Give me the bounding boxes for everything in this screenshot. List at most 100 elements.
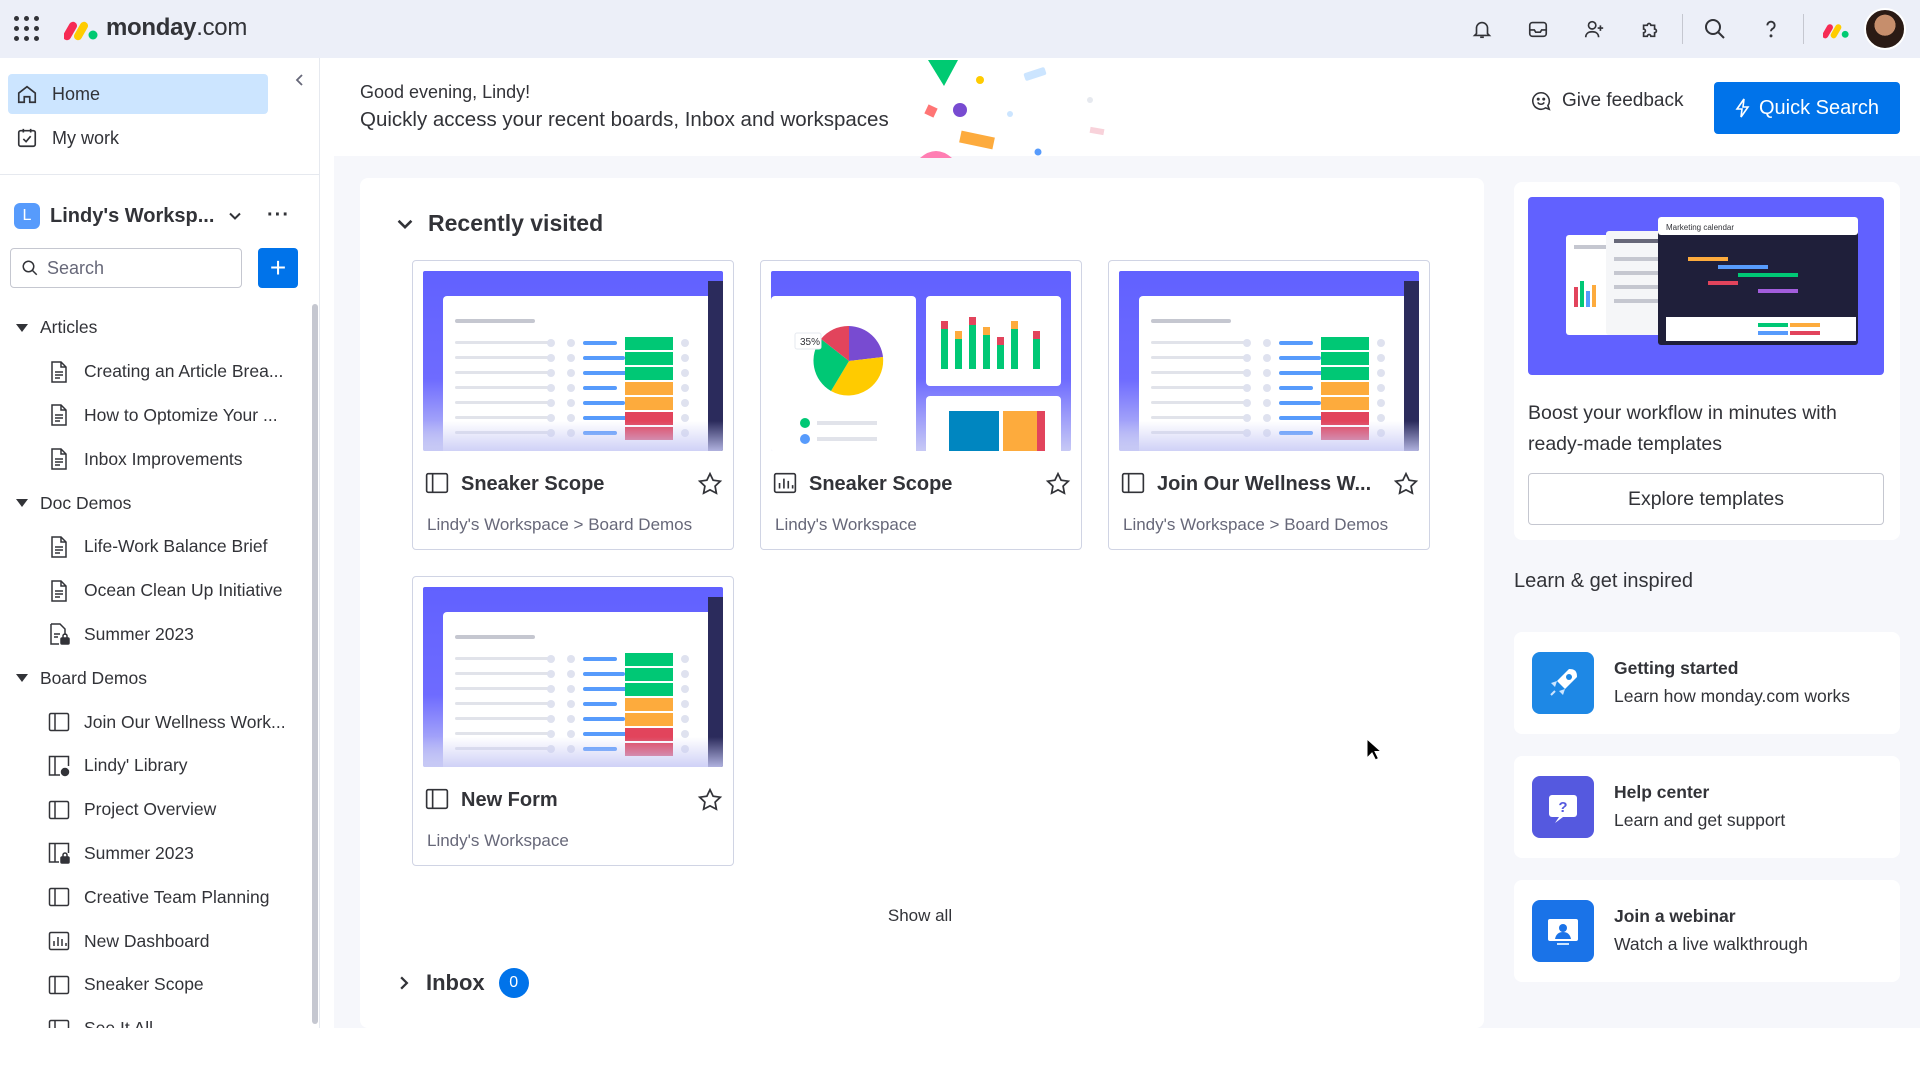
sidebar-item[interactable]: Lindy' Library bbox=[0, 744, 310, 788]
sidebar-item-label: Inbox Improvements bbox=[84, 448, 243, 469]
sidebar-item[interactable]: Summer 2023 bbox=[0, 613, 310, 657]
nav-home[interactable]: Home bbox=[8, 74, 268, 114]
folder-label: Articles bbox=[40, 317, 98, 338]
rocket-icon bbox=[1532, 652, 1594, 714]
nav-my-work[interactable]: My work bbox=[8, 118, 268, 158]
recently-visited-title: Recently visited bbox=[428, 210, 604, 236]
search-icon[interactable] bbox=[1687, 0, 1743, 58]
recent-board-card[interactable]: Sneaker Scope Lindy's Workspace > Board D… bbox=[412, 260, 734, 550]
sidebar-item[interactable]: Creating an Article Brea... bbox=[0, 350, 310, 394]
sidebar-item[interactable]: Summer 2023 bbox=[0, 832, 310, 876]
sidebar-item[interactable]: See It All bbox=[0, 1007, 310, 1028]
mouse-cursor-icon bbox=[1366, 738, 1382, 761]
explore-templates-button[interactable]: Explore templates bbox=[1528, 473, 1884, 525]
inbox-section-header[interactable]: Inbox 0 bbox=[396, 968, 529, 998]
chevron-down-icon bbox=[397, 219, 413, 229]
nav-home-label: Home bbox=[52, 83, 101, 104]
calendar-check-icon bbox=[17, 128, 37, 148]
apps-grid-icon[interactable] bbox=[14, 16, 40, 42]
sidebar-item[interactable]: Join Our Wellness Work... bbox=[0, 700, 310, 744]
board-thumbnail: 35% bbox=[771, 271, 1071, 451]
bottom-strip bbox=[0, 1028, 1920, 1080]
help-center-icon: ? bbox=[1532, 776, 1594, 838]
card-title: Sneaker Scope bbox=[809, 472, 953, 495]
learn-card-title: Getting started bbox=[1614, 658, 1739, 678]
sidebar-folder[interactable]: Board Demos bbox=[0, 656, 310, 700]
nav-my-work-label: My work bbox=[52, 127, 119, 148]
board-thumbnail bbox=[423, 587, 723, 767]
feedback-icon bbox=[1532, 91, 1551, 111]
template-thumb-title: Marketing calendar bbox=[1666, 223, 1734, 232]
chevron-right-icon bbox=[400, 976, 409, 990]
invite-user-icon[interactable] bbox=[1566, 0, 1622, 58]
sidebar-item[interactable]: Creative Team Planning bbox=[0, 875, 310, 919]
sidebar-item[interactable]: Ocean Clean Up Initiative bbox=[0, 569, 310, 613]
logo-text: monday.com bbox=[106, 14, 248, 41]
learn-card-help-center[interactable]: ? Help center Learn and get support bbox=[1514, 756, 1900, 858]
sidebar-item[interactable]: Inbox Improvements bbox=[0, 437, 310, 481]
learn-card-subtitle: Learn how monday.com works bbox=[1614, 686, 1851, 706]
board-thumbnail bbox=[1119, 271, 1419, 451]
sidebar-item-label: Summer 2023 bbox=[84, 623, 194, 644]
recent-board-card[interactable]: Join Our Wellness W... Lindy's Workspace … bbox=[1108, 260, 1430, 550]
star-icon[interactable] bbox=[697, 471, 723, 497]
quick-search-button[interactable]: Quick Search bbox=[1714, 82, 1900, 134]
bell-icon[interactable] bbox=[1454, 0, 1510, 58]
top-bar: monday.com bbox=[0, 0, 1920, 58]
sidebar-item[interactable]: Sneaker Scope bbox=[0, 963, 310, 1007]
collapse-sidebar-button[interactable] bbox=[286, 66, 314, 94]
give-feedback-label: Give feedback bbox=[1562, 90, 1684, 111]
svg-text:35%: 35% bbox=[800, 337, 820, 348]
star-icon[interactable] bbox=[697, 787, 723, 813]
recent-board-card[interactable]: 35% Sneaker Scope Lindy's Workspace bbox=[760, 260, 1082, 550]
sidebar-scrollbar[interactable] bbox=[312, 304, 318, 1024]
learn-card-title: Join a webinar bbox=[1614, 906, 1736, 926]
monday-logo[interactable]: monday.com bbox=[63, 14, 248, 42]
sidebar-item[interactable]: How to Optomize Your ... bbox=[0, 394, 310, 438]
give-feedback-button[interactable]: Give feedback bbox=[1530, 90, 1683, 112]
sidebar-folder[interactable]: Articles bbox=[0, 306, 310, 350]
learn-card-getting-started[interactable]: Getting started Learn how monday.com work… bbox=[1514, 632, 1900, 734]
doc-icon bbox=[48, 360, 70, 383]
search-icon bbox=[22, 260, 38, 276]
star-icon[interactable] bbox=[1393, 471, 1419, 497]
show-all-link[interactable]: Show all bbox=[880, 906, 960, 926]
recent-board-card[interactable]: New Form Lindy's Workspace bbox=[412, 576, 734, 866]
workspace-tree: Articles Creating an Article Brea... How t… bbox=[0, 306, 310, 1028]
inbox-title: Inbox bbox=[426, 970, 485, 995]
board-icon bbox=[1121, 472, 1145, 496]
star-icon[interactable] bbox=[1045, 471, 1071, 497]
learn-card-join-a-webinar[interactable]: Join a webinar Watch a live walkthrough bbox=[1514, 880, 1900, 982]
topbar-separator bbox=[1803, 14, 1804, 44]
sidebar-search-input[interactable] bbox=[47, 257, 227, 279]
card-title: New Form bbox=[461, 788, 558, 811]
sidebar-item-label: Life-Work Balance Brief bbox=[84, 536, 268, 557]
board-icon bbox=[48, 711, 70, 733]
sidebar-folder[interactable]: Doc Demos bbox=[0, 481, 310, 525]
help-icon[interactable] bbox=[1743, 0, 1799, 58]
learn-card-subtitle: Watch a live walkthrough bbox=[1614, 934, 1808, 954]
sidebar-item-label: How to Optomize Your ... bbox=[84, 404, 278, 425]
workspace-more-button[interactable]: ··· bbox=[267, 204, 290, 227]
doc-icon bbox=[48, 404, 70, 427]
avatar[interactable] bbox=[1864, 8, 1906, 50]
card-path: Lindy's Workspace bbox=[775, 515, 917, 534]
sidebar-search[interactable] bbox=[10, 248, 242, 288]
sidebar-item[interactable]: Life-Work Balance Brief bbox=[0, 525, 310, 569]
dashboard-icon bbox=[773, 472, 797, 496]
recently-visited-header[interactable]: Recently visited bbox=[396, 210, 603, 237]
monday-logo-icon[interactable] bbox=[1808, 0, 1864, 58]
sidebar-item-label: Sneaker Scope bbox=[84, 974, 204, 995]
puzzle-icon[interactable] bbox=[1622, 0, 1678, 58]
card-path: Lindy's Workspace > Board Demos bbox=[1123, 515, 1389, 534]
sidebar-item[interactable]: New Dashboard bbox=[0, 919, 310, 963]
add-item-button[interactable]: + bbox=[258, 248, 298, 288]
sidebar-item-label: Project Overview bbox=[84, 799, 217, 820]
workspace-selector[interactable]: L Lindy's Worksp... ··· bbox=[14, 198, 304, 234]
sidebar-item[interactable]: Project Overview bbox=[0, 788, 310, 832]
inbox-tray-icon[interactable] bbox=[1510, 0, 1566, 58]
folder-label: Board Demos bbox=[40, 667, 147, 688]
sidebar-item-label: Summer 2023 bbox=[84, 842, 194, 863]
quick-search-label: Quick Search bbox=[1758, 96, 1880, 119]
folder-label: Doc Demos bbox=[40, 492, 132, 513]
